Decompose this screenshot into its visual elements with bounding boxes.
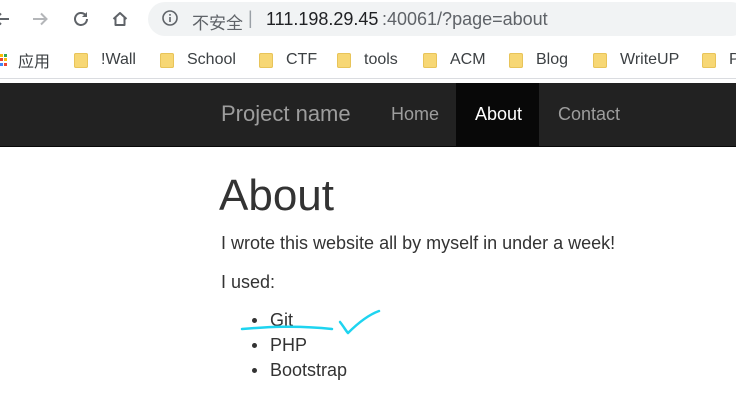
bookmark-label: WriteUP	[620, 51, 680, 68]
bookmark-label: Blog	[536, 51, 569, 68]
bullet-icon	[252, 343, 257, 348]
bullet-icon	[252, 368, 257, 373]
bookmark-folder-tools[interactable]: tools	[337, 49, 398, 71]
folder-icon	[702, 52, 716, 68]
tool-name: Git	[270, 310, 294, 330]
intro-text: I wrote this website all by myself in un…	[221, 233, 616, 253]
bookmark-label: ACM	[450, 51, 486, 68]
bookmark-label: 应用	[18, 54, 51, 71]
bookmark-folder-writeup[interactable]: WriteUP	[593, 49, 679, 71]
list-item: PHP	[252, 333, 347, 358]
tool-name: Bootstrap	[270, 360, 348, 380]
bookmark-folder-school[interactable]: School	[160, 49, 236, 71]
address-bar[interactable]: 不安全 | 111.198.29.45 :40061/?page=about	[148, 2, 736, 36]
browser-toolbar: 不安全 | 111.198.29.45 :40061/?page=about	[0, 0, 736, 38]
tools-list: Git PHP Bootstrap	[252, 308, 347, 383]
bookmark-folder-p[interactable]: P	[702, 49, 736, 71]
folder-icon	[337, 52, 351, 68]
tool-name: PHP	[270, 335, 308, 355]
bookmark-label: tools	[364, 51, 398, 68]
used-label: I used:	[221, 272, 276, 292]
bookmark-folder-blog[interactable]: Blog	[509, 49, 568, 71]
apps-grid-icon	[0, 54, 8, 66]
forward-arrow-icon[interactable]	[28, 7, 52, 31]
bookmark-label: P	[729, 51, 736, 68]
page-title: About	[219, 171, 334, 220]
folder-icon	[74, 52, 88, 68]
site-navbar: Project name Home About Contact	[0, 83, 736, 147]
folder-icon	[423, 52, 437, 68]
bookmark-label: School	[187, 51, 236, 68]
bookmark-label: !Wall	[101, 51, 136, 68]
nav-home-link[interactable]: Home	[372, 83, 458, 146]
folder-icon	[160, 52, 174, 68]
omnibox-separator: |	[248, 8, 253, 28]
folder-icon	[593, 52, 607, 68]
nav-about-link[interactable]: About	[456, 83, 539, 146]
home-icon[interactable]	[108, 7, 132, 31]
bookmark-label: CTF	[286, 51, 318, 68]
bookmark-apps[interactable]: 应用	[0, 49, 50, 71]
bookmark-folder-acm[interactable]: ACM	[423, 49, 486, 71]
back-arrow-icon[interactable]	[0, 7, 14, 31]
security-status[interactable]: 不安全	[192, 9, 243, 34]
bookmark-folder-ctf[interactable]: CTF	[259, 49, 317, 71]
bookmarks-bar: 应用 !Wall School CTF tools ACM Blog Write…	[0, 42, 736, 79]
url-path[interactable]: :40061/?page=about	[382, 9, 548, 30]
nav-contact-link[interactable]: Contact	[539, 83, 639, 146]
info-icon[interactable]	[162, 10, 178, 26]
brand-link[interactable]: Project name	[221, 101, 351, 127]
folder-icon	[259, 52, 273, 68]
bullet-icon	[252, 318, 257, 323]
list-item: Git	[252, 308, 347, 333]
bookmark-folder-wall[interactable]: !Wall	[74, 49, 136, 71]
url-host[interactable]: 111.198.29.45	[266, 9, 378, 30]
folder-icon	[509, 52, 523, 68]
reload-icon[interactable]	[69, 7, 93, 31]
list-item: Bootstrap	[252, 358, 347, 383]
